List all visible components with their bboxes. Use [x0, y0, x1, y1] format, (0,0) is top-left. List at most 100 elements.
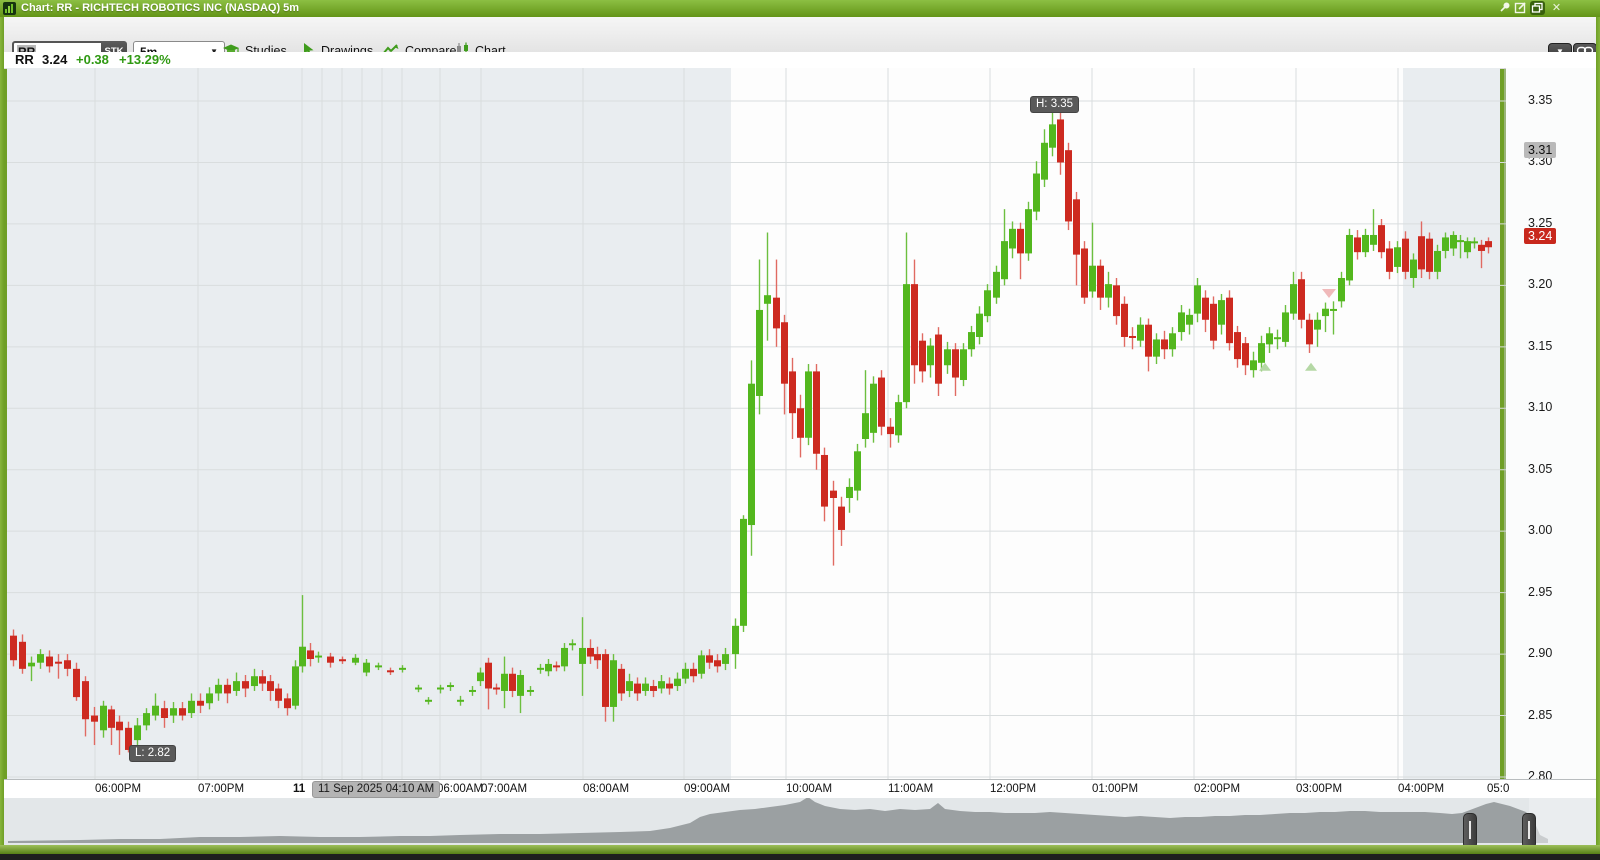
candle-body	[64, 660, 71, 669]
candle-body	[1338, 278, 1345, 301]
candle-body	[1314, 320, 1321, 330]
candle-body	[1410, 260, 1417, 278]
candle-body	[968, 332, 975, 349]
candle-body	[1194, 285, 1201, 313]
candle-body	[714, 660, 721, 666]
candle-body	[1097, 266, 1104, 298]
candle-body	[493, 688, 500, 690]
candle-body	[1178, 312, 1185, 332]
window-titlebar[interactable]: Chart: RR - RICHTECH ROBOTICS INC (NASDA…	[0, 0, 1600, 18]
candle-body	[976, 314, 983, 337]
close-icon[interactable]: ✕	[1549, 1, 1564, 15]
candle-body	[642, 684, 649, 691]
candle-body	[740, 519, 747, 626]
candle-body	[46, 657, 53, 667]
volume-overview-strip[interactable]	[0, 798, 1600, 845]
candle-body	[658, 681, 665, 688]
candle-body	[375, 665, 382, 667]
candle-body	[152, 706, 159, 716]
time-tick-label: 07:00PM	[198, 783, 244, 795]
candle-body	[682, 669, 689, 679]
candle-body	[821, 455, 828, 507]
candle-body	[1457, 240, 1464, 242]
candle-body	[1426, 239, 1433, 272]
candle-body	[927, 346, 934, 366]
candle-body	[108, 709, 115, 727]
time-tick-label: 05:0	[1487, 783, 1509, 795]
candle-body	[242, 681, 249, 688]
candle-body	[469, 690, 476, 692]
candle-body	[1033, 174, 1040, 212]
chart-toolbar: RR STK 5m ▼ Studies Drawings Compare Cha…	[4, 17, 1596, 53]
candle-body	[501, 674, 508, 691]
candle-body	[1354, 237, 1361, 252]
candle-body	[10, 636, 17, 661]
candle-body	[602, 654, 609, 707]
window-border-left	[0, 17, 4, 853]
price-tick-label: 3.35	[1528, 93, 1552, 107]
candle-body	[1298, 279, 1305, 320]
candle-body	[19, 642, 26, 669]
candle-body	[1258, 343, 1265, 363]
candle-body	[73, 669, 80, 697]
candle-body	[363, 663, 370, 673]
candle-body	[352, 658, 359, 663]
candle-body	[911, 284, 918, 365]
candle-body	[1378, 225, 1385, 252]
candle-body	[215, 685, 222, 694]
candle-body	[732, 626, 739, 654]
candle-body	[1250, 360, 1257, 370]
candle-body	[1402, 239, 1409, 272]
candle-body	[1121, 304, 1128, 337]
candle-body	[206, 693, 213, 703]
candle-body	[134, 725, 141, 740]
candle-body	[28, 663, 35, 667]
candle-body	[1129, 336, 1136, 338]
candle-body	[1210, 304, 1217, 341]
candle-body	[903, 284, 910, 402]
candle-body	[1145, 325, 1152, 357]
candle-body	[1450, 235, 1457, 249]
candle-body	[993, 272, 1000, 298]
candlestick-chart-plot[interactable]	[0, 68, 1600, 779]
candle-body	[1041, 143, 1048, 180]
candle-body	[553, 665, 560, 667]
candle-body	[399, 668, 406, 670]
time-tick-label: 04:00PM	[1398, 783, 1444, 795]
price-axis	[1506, 68, 1596, 779]
candle-body	[830, 491, 837, 498]
candle-body	[748, 384, 755, 525]
edit-icon[interactable]	[1513, 1, 1528, 15]
candle-body	[610, 660, 617, 707]
candle-body	[161, 708, 168, 718]
candle-body	[935, 335, 942, 384]
pin-icon[interactable]	[1497, 1, 1512, 15]
candle-body	[1306, 320, 1313, 345]
price-tick-label: 2.90	[1528, 646, 1552, 660]
candle-body	[170, 708, 177, 715]
candle-body	[1234, 332, 1241, 359]
candle-body	[339, 659, 346, 661]
candle-body	[485, 663, 492, 689]
candle-body	[789, 371, 796, 413]
candle-body	[862, 413, 869, 439]
candle-body	[437, 688, 444, 690]
candle-body	[447, 685, 454, 687]
candle-body	[1153, 339, 1160, 356]
candle-body	[267, 681, 274, 691]
range-scroll-handle-right[interactable]	[1522, 813, 1536, 849]
range-scroll-handle-left[interactable]	[1463, 813, 1477, 849]
candle-body	[666, 684, 673, 689]
time-tick-label: 06:00PM	[95, 783, 141, 795]
candle-body	[517, 675, 524, 696]
window-border-bottom	[0, 845, 1600, 854]
time-tick-label: 12:00PM	[990, 783, 1036, 795]
candle-body	[1001, 241, 1008, 279]
candle-body	[1386, 248, 1393, 271]
candle-body	[1081, 248, 1088, 297]
candle-body	[773, 298, 780, 329]
candle-body	[854, 451, 861, 490]
restore-window-icon[interactable]	[1530, 1, 1545, 15]
candle-body	[143, 713, 150, 725]
candle-body	[82, 681, 89, 719]
